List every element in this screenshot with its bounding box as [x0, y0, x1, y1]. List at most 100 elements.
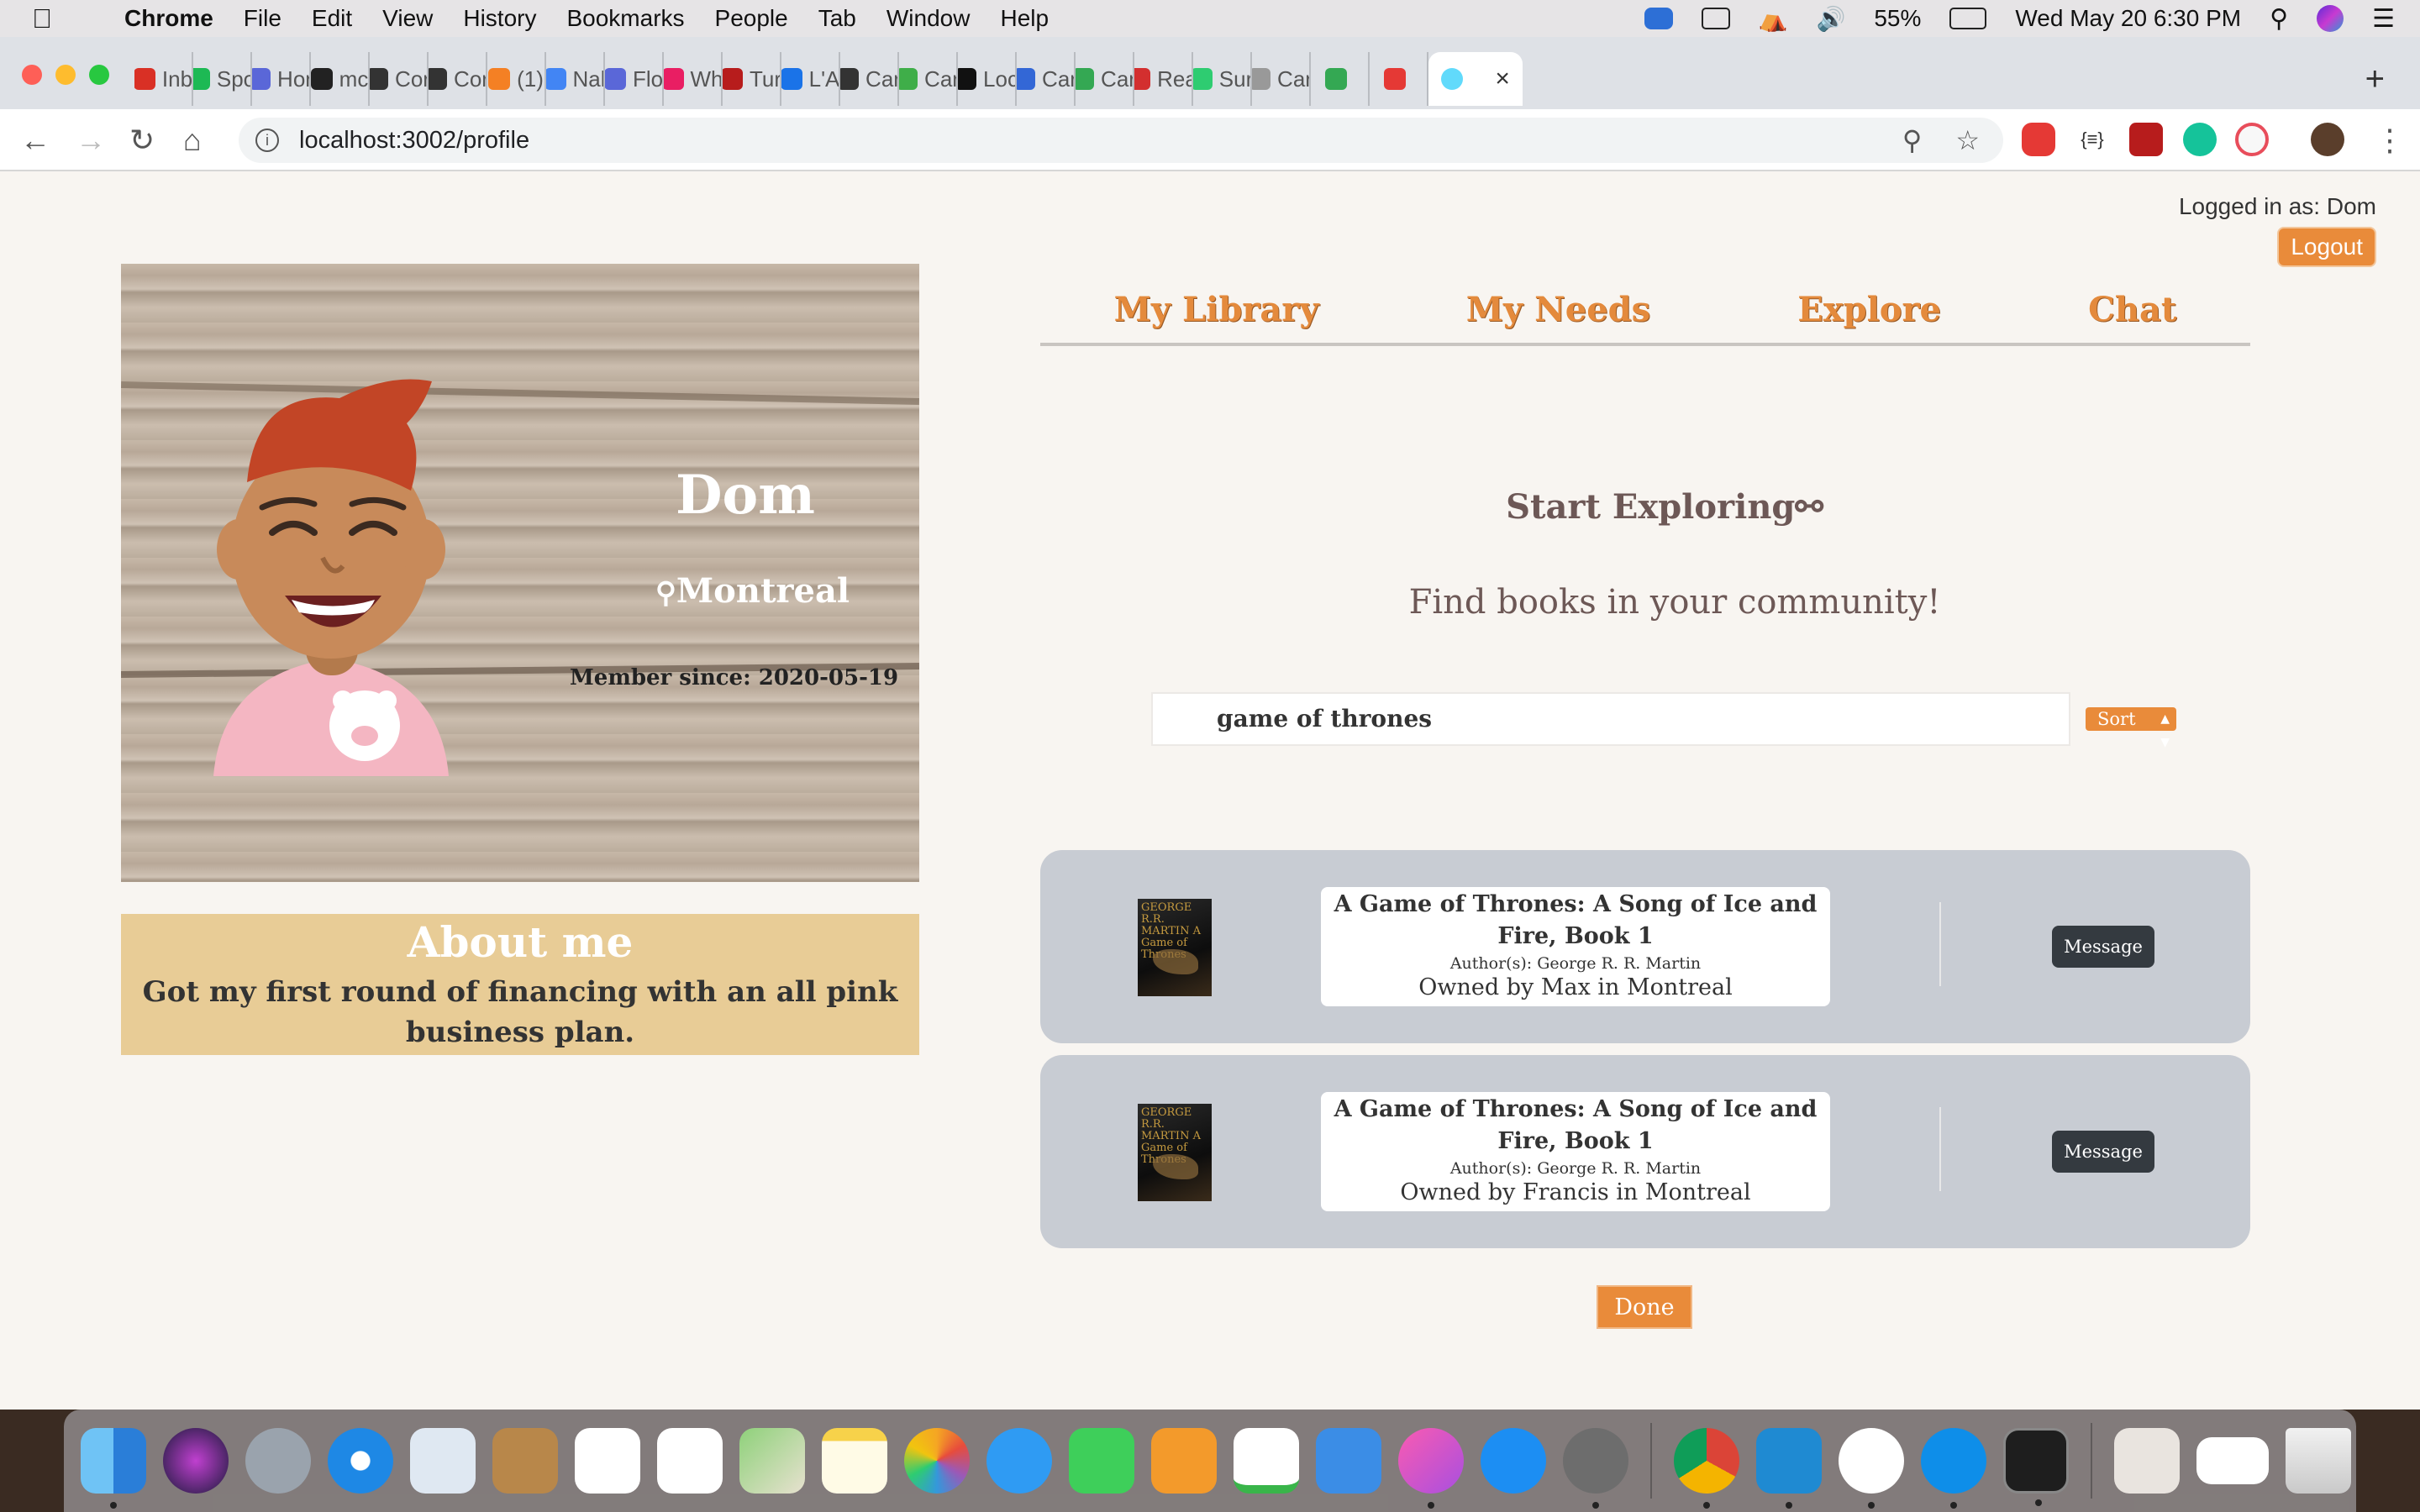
active-browser-tab[interactable]: × [1428, 52, 1523, 106]
menu-app-name[interactable]: Chrome [124, 5, 213, 32]
new-tab-button[interactable]: + [2365, 60, 2385, 98]
finder-icon[interactable] [81, 1428, 146, 1509]
volume-icon[interactable]: 🔊 [1816, 5, 1845, 33]
menu-tab[interactable]: Tab [818, 5, 856, 32]
safari-icon[interactable] [328, 1428, 393, 1494]
wifi-icon[interactable]: ⛺ [1759, 5, 1788, 33]
system-preferences-icon[interactable] [1563, 1428, 1628, 1509]
app-store-icon[interactable] [1481, 1428, 1546, 1494]
notes-icon[interactable] [822, 1428, 887, 1494]
devtools-extension-icon[interactable] [2129, 123, 2163, 156]
contacts-icon[interactable] [492, 1428, 558, 1494]
launchpad-icon[interactable] [245, 1428, 311, 1494]
nav-chat[interactable]: Chat [2088, 290, 2176, 329]
menu-window[interactable]: Window [886, 5, 971, 32]
menu-people[interactable]: People [715, 5, 788, 32]
browser-tab[interactable] [1370, 52, 1428, 106]
logout-button[interactable]: Logout [2277, 227, 2376, 267]
browser-tab[interactable]: (1) [487, 52, 546, 106]
menu-help[interactable]: Help [1000, 5, 1049, 32]
menu-view[interactable]: View [382, 5, 433, 32]
calendar-icon[interactable] [575, 1428, 640, 1494]
nav-explore[interactable]: Explore [1797, 290, 1941, 329]
browser-tab[interactable]: Spo [193, 52, 252, 106]
battery-icon[interactable] [1949, 8, 1987, 29]
reload-icon[interactable]: ↻ [129, 123, 155, 158]
keynote-icon[interactable] [1316, 1428, 1381, 1494]
mail-icon[interactable] [410, 1428, 476, 1494]
teamviewer-icon[interactable] [1921, 1428, 1986, 1509]
message-button[interactable]: Message [2052, 1131, 2154, 1173]
close-tab-icon[interactable]: × [1495, 65, 1510, 93]
browser-tab[interactable]: Car [1252, 52, 1311, 106]
airplay-icon[interactable] [1701, 8, 1730, 29]
trash-icon[interactable] [2286, 1428, 2351, 1494]
browser-tab[interactable]: Loc [958, 52, 1017, 106]
facetime-icon[interactable] [1069, 1428, 1134, 1494]
vscode-icon[interactable] [1756, 1428, 1822, 1509]
done-button[interactable]: Done [1597, 1285, 1692, 1329]
notification-center-icon[interactable]: ☰ [2372, 4, 2395, 34]
menu-edit[interactable]: Edit [312, 5, 352, 32]
menu-file[interactable]: File [244, 5, 281, 32]
window-zoom-button[interactable] [89, 65, 109, 85]
browser-tab[interactable]: Cor [429, 52, 487, 106]
home-icon[interactable]: ⌂ [183, 123, 202, 158]
browser-tab[interactable]: Cor [370, 52, 429, 106]
zoom-icon[interactable]: ⚲ [1902, 124, 1922, 156]
search-input[interactable]: game of thrones [1151, 692, 2070, 746]
menu-bookmarks[interactable]: Bookmarks [566, 5, 684, 32]
window-close-button[interactable] [22, 65, 42, 85]
bookmark-star-icon[interactable]: ☆ [1955, 124, 1980, 156]
browser-tab[interactable]: Flo [605, 52, 664, 106]
json-formatter-extension-icon[interactable]: {≡} [2075, 123, 2109, 156]
nav-my-library[interactable]: My Library [1114, 290, 1319, 329]
browser-tab[interactable]: Car [1017, 52, 1076, 106]
browser-tab[interactable]: Tur [723, 52, 781, 106]
slack-icon[interactable] [1839, 1428, 1904, 1509]
browser-tab[interactable]: Car [840, 52, 899, 106]
siri-icon[interactable] [2317, 5, 2344, 32]
site-info-icon[interactable]: i [255, 129, 279, 152]
siri-icon[interactable] [163, 1428, 229, 1494]
grammarly-extension-icon[interactable] [2183, 123, 2217, 156]
lastpass-extension-icon[interactable] [2235, 123, 2269, 156]
message-button[interactable]: Message [2052, 926, 2154, 968]
browser-tab[interactable]: mc [311, 52, 370, 106]
terminal-icon[interactable] [2003, 1428, 2069, 1506]
screenshot-thumbnail[interactable] [2196, 1437, 2269, 1484]
browser-tab[interactable]: Car [899, 52, 958, 106]
menu-history[interactable]: History [463, 5, 536, 32]
pages-icon[interactable] [1151, 1428, 1217, 1494]
browser-tab[interactable]: Car [1076, 52, 1134, 106]
messages-icon[interactable] [986, 1428, 1052, 1494]
forward-arrow-icon[interactable]: → [76, 123, 106, 158]
browser-tab[interactable]: Hor [252, 52, 311, 106]
clock[interactable]: Wed May 20 6:30 PM [2015, 5, 2241, 32]
sort-select[interactable]: Sort ▲ ▼ [2086, 707, 2176, 749]
browser-tab[interactable]: L'A [781, 52, 840, 106]
reminders-icon[interactable] [657, 1428, 723, 1494]
address-text[interactable]: localhost:3002/profile [299, 127, 529, 155]
browser-tab[interactable]: Sur [1193, 52, 1252, 106]
browser-tab[interactable] [1311, 52, 1370, 106]
spotlight-search-icon[interactable]: ⚲ [2270, 4, 2288, 34]
adblock-extension-icon[interactable] [2022, 123, 2055, 156]
teamviewer-status-icon[interactable] [1644, 8, 1673, 29]
photos-icon[interactable] [904, 1428, 970, 1494]
browser-tab[interactable]: Inb [134, 52, 193, 106]
nav-my-needs[interactable]: My Needs [1466, 290, 1650, 329]
numbers-icon[interactable] [1234, 1428, 1299, 1494]
maps-icon[interactable] [739, 1428, 805, 1494]
itunes-icon[interactable] [1398, 1428, 1464, 1509]
downloads-stack-icon[interactable] [2114, 1428, 2180, 1494]
address-bar[interactable]: i localhost:3002/profile ⚲ ☆ [239, 118, 2003, 163]
browser-tab[interactable]: Wh [664, 52, 723, 106]
window-minimize-button[interactable] [55, 65, 76, 85]
chrome-icon[interactable] [1674, 1428, 1739, 1509]
profile-avatar-icon[interactable] [2311, 123, 2344, 156]
browser-tab[interactable]: Rea [1134, 52, 1193, 106]
browser-tab[interactable]: Nal [546, 52, 605, 106]
apple-menu-icon[interactable]:  [32, 3, 69, 34]
back-arrow-icon[interactable]: ← [20, 123, 50, 158]
